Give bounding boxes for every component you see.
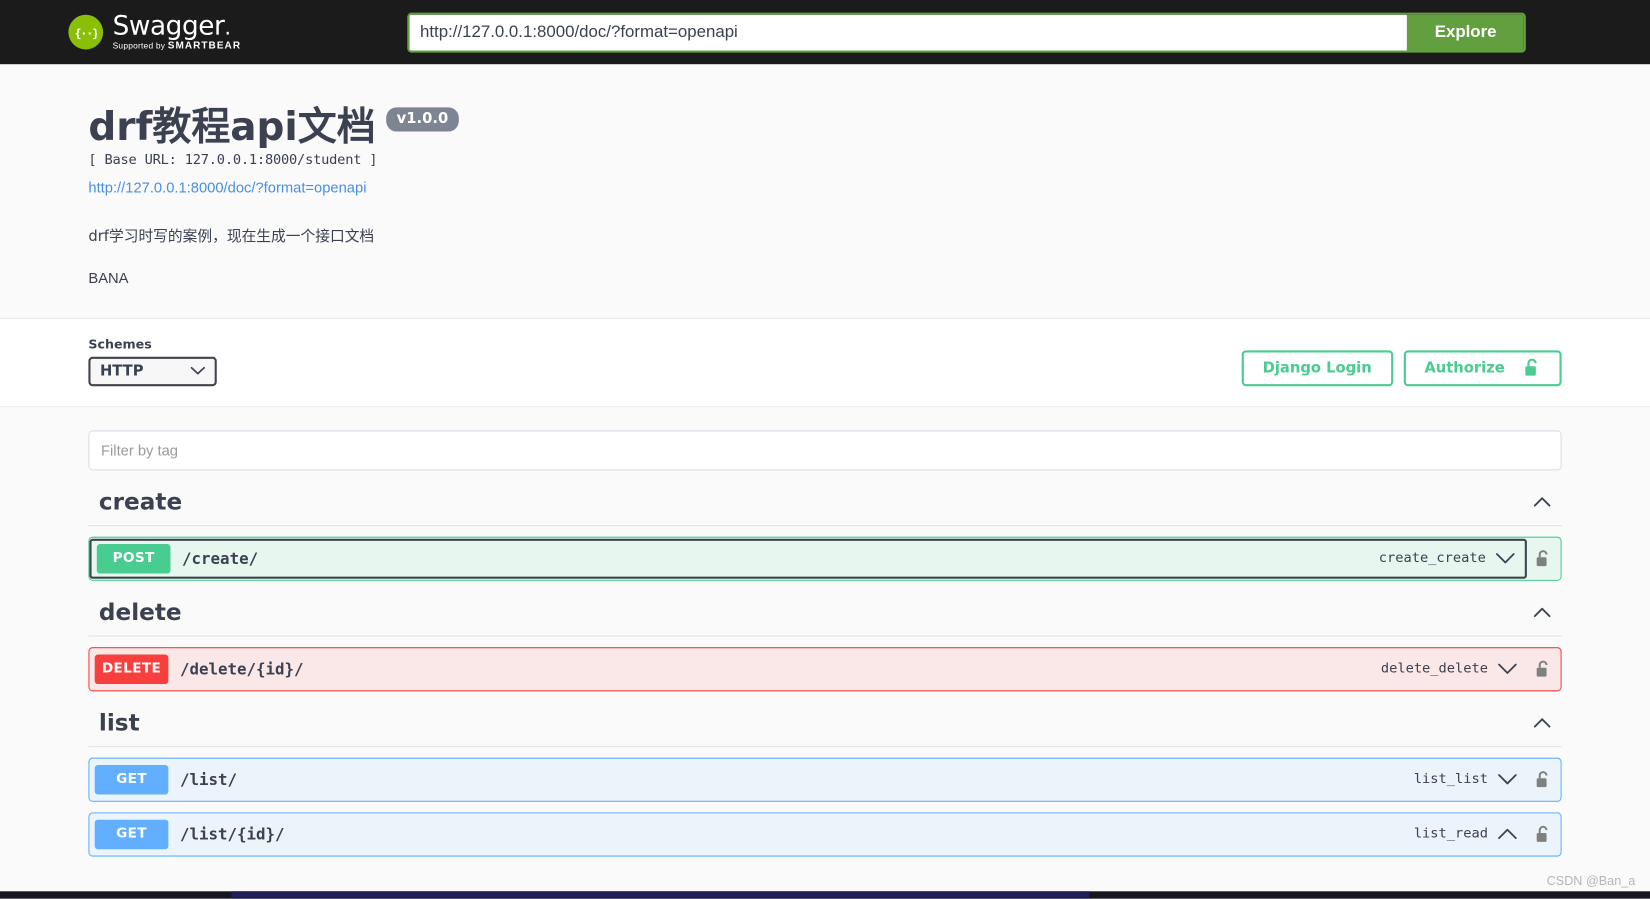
operation-path: /list/{id}/ (179, 824, 285, 844)
authorize-button[interactable]: Authorize (1403, 350, 1562, 386)
version-badge: v1.0.0 (386, 107, 459, 132)
tag-name: list (98, 709, 140, 737)
swagger-ui-page: {··} Swagger. Supported by SMARTBEAR Exp… (0, 0, 1650, 899)
swagger-brace-icon: {··} (68, 14, 104, 50)
tag-name: create (98, 488, 183, 516)
tag-header-delete[interactable]: delete (88, 599, 1562, 637)
api-info-block: drf教程api文档 v1.0.0 [ Base URL: 127.0.0.1:… (0, 64, 1650, 319)
operation-row[interactable]: GET /list/ list_list (88, 757, 1562, 802)
http-method-badge: GET (94, 819, 169, 849)
django-login-button[interactable]: Django Login (1241, 350, 1393, 386)
operation-path: /list/ (179, 769, 237, 789)
watermark: CSDN @Ban_a (1546, 873, 1636, 889)
tag-section: create POST /create/ create_create (88, 488, 1562, 581)
operation-summary[interactable]: DELETE /delete/{id}/ delete_delete (89, 648, 1526, 690)
api-contact: BANA (88, 269, 129, 286)
scheme-bar: Schemes HTTP Django Login Authorize (0, 318, 1650, 407)
logo-wordmark: Swagger (112, 10, 225, 42)
explore-button[interactable]: Explore (1407, 14, 1524, 50)
chevron-down-icon[interactable] (1495, 553, 1515, 565)
operations-area: create POST /create/ create_create delet… (0, 407, 1650, 857)
operation-summary[interactable]: POST /create/ create_create (89, 538, 1527, 579)
operation-path: /delete/{id}/ (179, 659, 304, 679)
logo-dot: . (224, 14, 231, 41)
tag-header-list[interactable]: list (88, 709, 1562, 747)
chevron-down-icon[interactable] (1497, 663, 1517, 675)
tag-sections: create POST /create/ create_create delet… (88, 488, 1562, 857)
chevron-up-icon[interactable] (1497, 828, 1517, 840)
authorize-label: Authorize (1424, 359, 1505, 377)
schemes-group: Schemes HTTP (88, 336, 217, 386)
tag-header-create[interactable]: create (88, 488, 1562, 526)
spec-link[interactable]: http://127.0.0.1:8000/doc/?format=openap… (88, 179, 366, 196)
operation-id: list_list (1413, 771, 1488, 788)
operation-id: create_create (1378, 550, 1486, 567)
django-login-label: Django Login (1262, 359, 1372, 377)
chevron-down-icon (190, 366, 205, 375)
unlock-icon[interactable] (1535, 549, 1551, 568)
operation-row[interactable]: POST /create/ create_create (88, 536, 1562, 581)
chevron-down-icon[interactable] (1497, 774, 1517, 786)
operation-row[interactable]: GET /list/{id}/ list_read (88, 812, 1562, 857)
svg-text:{··}: {··} (75, 26, 96, 40)
unlock-icon[interactable] (1535, 825, 1551, 844)
http-method-badge: GET (94, 764, 169, 795)
tag-section: delete DELETE /delete/{id}/ delete_delet… (88, 599, 1562, 692)
api-title-row: drf教程api文档 v1.0.0 (88, 106, 1561, 149)
logo-supported-by: Supported by (112, 41, 168, 51)
operation-path: /create/ (182, 548, 259, 568)
auth-buttons: Django Login Authorize (1241, 350, 1562, 386)
operation-summary[interactable]: GET /list/{id}/ list_read (89, 813, 1526, 855)
unlock-icon (1524, 358, 1541, 378)
unlock-icon[interactable] (1535, 770, 1551, 789)
base-url: [ Base URL: 127.0.0.1:8000/student ] (88, 152, 378, 169)
logo-smartbear: SMARTBEAR (167, 40, 242, 52)
schemes-label: Schemes (88, 336, 152, 352)
schemes-select[interactable]: HTTP (88, 356, 217, 386)
operation-row[interactable]: DELETE /delete/{id}/ delete_delete (88, 646, 1562, 692)
topbar: {··} Swagger. Supported by SMARTBEAR Exp… (0, 0, 1650, 65)
tag-section: list GET /list/ list_list GET /list/{id}… (88, 709, 1562, 857)
http-method-badge: POST (96, 543, 171, 574)
filter-by-tag-input[interactable] (88, 430, 1562, 471)
swagger-logo[interactable]: {··} Swagger. Supported by SMARTBEAR (68, 13, 241, 51)
bottom-strip (0, 891, 1650, 899)
api-description: drf学习时写的案例，现在生成一个接口文档 (88, 228, 375, 245)
operation-id: delete_delete (1380, 661, 1488, 677)
page-title: drf教程api文档 (88, 104, 376, 150)
chevron-up-icon[interactable] (1533, 607, 1551, 618)
spec-url-input[interactable] (409, 14, 1408, 50)
http-method-badge: DELETE (94, 654, 169, 684)
unlock-icon[interactable] (1535, 659, 1551, 678)
chevron-up-icon[interactable] (1533, 497, 1551, 508)
spec-url-form: Explore (407, 12, 1526, 53)
chevron-up-icon[interactable] (1533, 718, 1551, 729)
operation-id: list_read (1413, 826, 1488, 843)
schemes-selected-value: HTTP (99, 362, 144, 380)
tag-name: delete (98, 599, 182, 626)
operation-summary[interactable]: GET /list/ list_list (89, 758, 1526, 800)
